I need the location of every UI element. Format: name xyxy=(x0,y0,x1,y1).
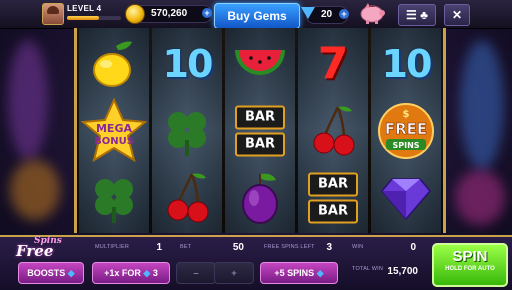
xp-bar xyxy=(67,16,121,20)
gem-balance-value: 20 xyxy=(321,9,333,20)
gem-balance: 20 + xyxy=(301,6,349,24)
boosts-icon: ◆ xyxy=(67,268,75,278)
buy-spins-label: +5 SPINS xyxy=(274,268,315,278)
free-spins-icon: $ FREE SPINS xyxy=(378,103,434,159)
buy-multiplier-label: +1x FOR xyxy=(104,268,141,278)
level-label: LEVEL 4 xyxy=(67,4,102,13)
reel-symbol-ten: 10 xyxy=(152,30,222,98)
add-gems-button[interactable]: + xyxy=(339,9,349,19)
reel-symbol-seven: 7 xyxy=(298,30,368,98)
background-light xyxy=(460,40,504,170)
close-button[interactable]: ✕ xyxy=(444,4,470,26)
bet-decrease-button[interactable]: – xyxy=(176,262,216,284)
lemon-icon xyxy=(93,41,132,87)
top-bar: LEVEL 4 570,260 + Buy Gems 20 + ☰ ♣ ✕ xyxy=(0,0,512,29)
reel-3: BAR BAR xyxy=(225,28,295,233)
menu-icon: ☰ ♣ xyxy=(406,8,428,22)
ten-symbol: 10 xyxy=(162,42,214,86)
xp-bar-fill xyxy=(67,16,100,20)
gem-icon: ◆ xyxy=(316,268,324,278)
win-label: WIN xyxy=(352,244,364,250)
menu-button[interactable]: ☰ ♣ xyxy=(398,4,436,26)
clover-icon xyxy=(168,112,206,156)
boosts-label: BOOSTS xyxy=(27,268,66,278)
add-coins-button[interactable]: + xyxy=(202,8,212,18)
background-light xyxy=(10,160,60,220)
reel-2: 10 xyxy=(152,28,222,233)
multiplier-value: 1 xyxy=(156,242,162,253)
logo-free-text: Free xyxy=(16,242,54,260)
reel-symbol-diamond xyxy=(371,164,441,232)
background-light xyxy=(8,40,48,160)
spin-button[interactable]: SPIN HOLD FOR AUTO xyxy=(432,243,508,287)
seven-symbol: 7 xyxy=(317,38,349,90)
ten-symbol: 10 xyxy=(381,42,433,86)
reel-symbol-mega-bonus: MEGA BONUS xyxy=(79,97,149,165)
gem-icon: ◆ xyxy=(143,268,151,278)
mega-text: MEGA xyxy=(96,122,132,135)
gem-icon xyxy=(301,7,315,19)
spin-sub-label: HOLD FOR AUTO xyxy=(445,266,495,272)
cherries-icon xyxy=(167,173,209,223)
boosts-button[interactable]: BOOSTS ◆ xyxy=(18,262,84,284)
buy-multiplier-button[interactable]: +1x FOR ◆ 3 xyxy=(92,262,170,284)
free-spins-left-value: 3 xyxy=(326,242,332,253)
reel-symbol-bar-double: BAR BAR xyxy=(225,97,295,165)
slot-reels: MEGA BONUS 10 BAR BAR 7 BAR BAR 10 $ FRE… xyxy=(74,28,446,233)
bar-symbol: BAR xyxy=(308,172,358,197)
bar-symbol: BAR xyxy=(235,132,285,157)
piggy-bank-icon[interactable] xyxy=(358,2,386,24)
reel-4: 7 BAR BAR xyxy=(298,28,368,233)
bet-label: BET xyxy=(180,244,192,250)
reel-symbol-free-spins: $ FREE SPINS xyxy=(371,97,441,165)
buy-spins-button[interactable]: +5 SPINS ◆ xyxy=(260,262,338,284)
mega-bonus-icon: MEGA BONUS xyxy=(80,98,148,163)
close-icon: ✕ xyxy=(451,8,463,22)
background-light xyxy=(455,170,505,225)
reel-symbol-plum xyxy=(225,164,295,232)
bonus-text: BONUS xyxy=(94,136,134,147)
reel-symbol-lemon xyxy=(79,30,149,98)
buy-multiplier-cost: 3 xyxy=(152,268,158,278)
buy-gems-button[interactable]: Buy Gems xyxy=(214,3,300,29)
cherries-icon xyxy=(313,106,355,156)
bet-increase-button[interactable]: + xyxy=(214,262,254,284)
multiplier-label: MULTIPLIER xyxy=(95,244,129,250)
free-spins-logo: Spins Free xyxy=(6,236,80,260)
coin-balance: 570,260 + xyxy=(125,4,212,24)
plum-icon xyxy=(242,173,278,224)
coin-balance-value: 570,260 xyxy=(151,8,188,19)
reel-5: 10 $ FREE SPINS xyxy=(371,28,441,233)
free-text: FREE xyxy=(385,120,427,138)
avatar[interactable] xyxy=(42,3,64,25)
reel-symbol-watermelon xyxy=(225,30,295,98)
bet-value: 50 xyxy=(232,242,244,253)
bar-symbol: BAR xyxy=(308,199,358,224)
win-value: 0 xyxy=(410,242,416,253)
reel-symbol-bar-double: BAR BAR xyxy=(298,164,368,232)
reel-symbol-clover xyxy=(152,97,222,165)
diamond-icon xyxy=(381,178,431,221)
spins-text: SPINS xyxy=(392,141,419,150)
dollar-text: $ xyxy=(403,109,410,120)
spin-label: SPIN xyxy=(452,248,488,265)
free-spins-left-label: FREE SPINS LEFT xyxy=(264,244,315,250)
reel-1: MEGA BONUS xyxy=(79,28,149,233)
bar-symbol: BAR xyxy=(235,105,285,130)
watermelon-icon xyxy=(235,50,285,75)
reel-symbol-cherries xyxy=(298,97,368,165)
reel-symbol-ten: 10 xyxy=(371,30,441,98)
reel-symbol-cherries xyxy=(152,164,222,232)
total-win-value: 15,700 xyxy=(387,266,418,277)
reel-symbol-clover xyxy=(79,164,149,232)
clover-icon xyxy=(95,179,133,223)
coin-icon xyxy=(125,4,145,24)
